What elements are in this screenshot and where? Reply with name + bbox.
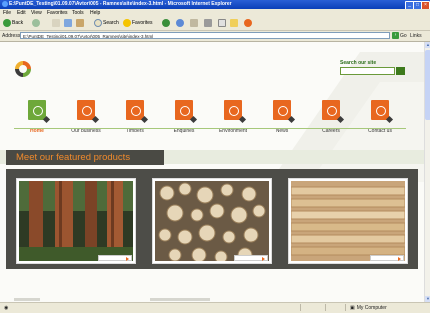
environment-icon: [224, 100, 242, 120]
home-icon: [76, 19, 84, 27]
careers-icon: [322, 100, 340, 120]
toolbar: Back Search Favorites: [0, 16, 430, 31]
mail-button[interactable]: [190, 19, 198, 27]
enquiries-icon: [175, 100, 193, 120]
site-search-input[interactable]: [340, 67, 395, 75]
mail-icon: [190, 19, 198, 27]
more-button[interactable]: [370, 255, 404, 261]
nav-item-our-business[interactable]: Our business: [63, 98, 109, 138]
product-tile-planks[interactable]: [288, 178, 408, 264]
nav-item-careers[interactable]: Careers: [308, 98, 354, 138]
nav-item-timbers[interactable]: Timbers: [112, 98, 158, 138]
featured-title: Meet our featured products: [6, 150, 164, 165]
computer-icon: ▣: [350, 305, 355, 311]
media-button[interactable]: [162, 19, 170, 27]
address-bar: Address E:\PuntDE_Testing\01.09.07\Avtor…: [0, 31, 430, 42]
stop-button[interactable]: [52, 19, 60, 27]
product-tile-logs[interactable]: [152, 178, 272, 264]
nav-item-enquiries[interactable]: Enquiries: [161, 98, 207, 138]
nav-item-contact-us[interactable]: Contact us: [357, 98, 403, 138]
status-divider: [300, 304, 301, 311]
print-button[interactable]: [204, 19, 212, 27]
star-icon: [123, 19, 131, 27]
back-label: Back: [12, 20, 24, 26]
scroll-thumb[interactable]: [425, 50, 430, 120]
more-button[interactable]: [234, 255, 268, 261]
home-button[interactable]: [76, 19, 84, 27]
search-button[interactable]: Search: [94, 19, 119, 27]
placeholder-bar: [14, 298, 40, 301]
more-button[interactable]: [98, 255, 132, 261]
ie-logo-icon: [2, 1, 8, 7]
status-bar: ◉ ▣ My Computer: [0, 302, 430, 313]
favorites-label: Favorites: [132, 20, 153, 26]
home-icon: [28, 100, 46, 120]
page-done-icon: ◉: [4, 305, 9, 311]
messenger-button[interactable]: [244, 19, 252, 27]
timbers-icon: [126, 100, 144, 120]
site-search-label: Search our site: [340, 60, 377, 66]
product-tile-forest[interactable]: [16, 178, 136, 264]
main-nav: Home Our business Timbers Enquiries Environm…: [14, 98, 408, 138]
address-input[interactable]: E:\PuntDE_Testing\01.09.07\Avtor\005_Ram…: [20, 32, 390, 39]
go-button[interactable]: › Go: [392, 32, 407, 39]
magnifier-icon: [94, 19, 102, 27]
planks-image: [291, 181, 405, 261]
stop-icon: [52, 19, 60, 27]
back-button[interactable]: Back: [3, 19, 23, 27]
history-button[interactable]: [176, 19, 184, 27]
printer-icon: [204, 19, 212, 27]
contact-us-icon: [371, 100, 389, 120]
vertical-scrollbar[interactable]: ▲ ▼: [424, 42, 430, 302]
address-label: Address: [2, 33, 21, 39]
zone-label: My Computer: [356, 305, 387, 311]
site-logo-icon[interactable]: [14, 60, 32, 78]
favorites-button[interactable]: Favorites: [123, 19, 153, 27]
title-bar: E:\PuntDE_Testing\01.09.07\Avtor\005 - R…: [0, 0, 430, 10]
go-label: Go: [400, 32, 407, 39]
placeholder-bar: [150, 298, 210, 301]
go-arrow-icon: ›: [392, 32, 399, 39]
security-zone: ▣ My Computer: [350, 305, 387, 311]
our-business-icon: [77, 100, 95, 120]
nav-item-environment[interactable]: Environment: [210, 98, 256, 138]
scroll-up-icon[interactable]: ▲: [425, 42, 430, 48]
status-divider: [345, 304, 346, 311]
nav-item-news[interactable]: News: [259, 98, 305, 138]
nav-item-home[interactable]: Home: [14, 98, 60, 138]
links-menu[interactable]: Links: [410, 33, 422, 39]
folder-button[interactable]: [230, 19, 238, 27]
refresh-button[interactable]: [64, 19, 72, 27]
window-title: E:\PuntDE_Testing\01.09.07\Avtor\005 - R…: [9, 1, 232, 7]
forward-arrow-icon: [32, 19, 40, 27]
search-label: Search: [103, 20, 119, 26]
edit-button[interactable]: [218, 19, 226, 27]
logs-image: [155, 181, 269, 261]
status-divider: [325, 304, 326, 311]
media-icon: [162, 19, 170, 27]
folder-icon: [230, 19, 238, 27]
edit-page-icon: [218, 19, 226, 27]
news-icon: [273, 100, 291, 120]
site-search-button[interactable]: [396, 67, 405, 75]
back-arrow-icon: [3, 19, 11, 27]
lower-section: [14, 295, 314, 302]
messenger-icon: [244, 19, 252, 27]
forest-image: [19, 181, 133, 261]
page-viewport: Search our site Home Our business Timbers E…: [0, 42, 424, 302]
forward-button[interactable]: [32, 19, 40, 27]
nav-divider: [14, 128, 406, 129]
history-icon: [176, 19, 184, 27]
refresh-icon: [64, 19, 72, 27]
